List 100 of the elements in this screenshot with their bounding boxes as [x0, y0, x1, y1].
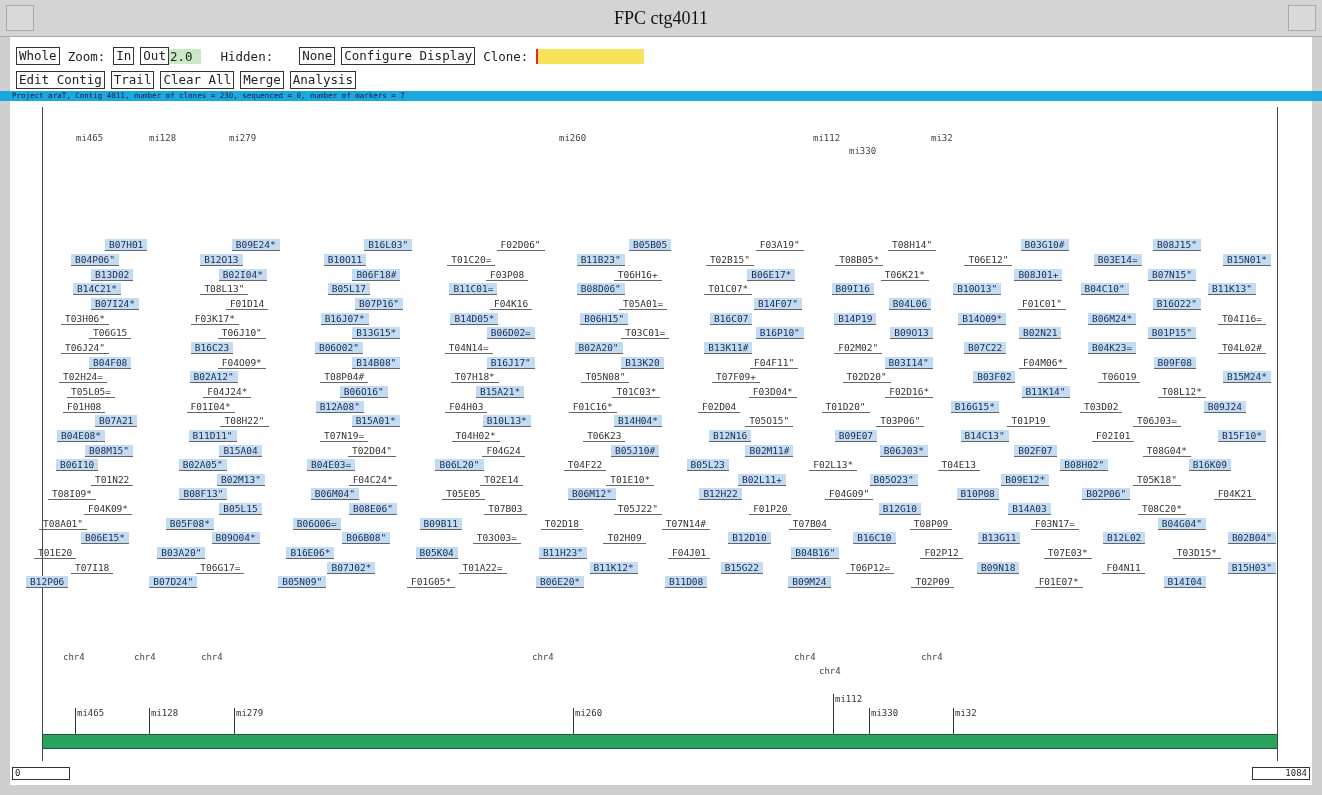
clone-label[interactable]: B11C01= — [449, 283, 498, 296]
clone-label[interactable]: T08C20* — [1137, 503, 1186, 516]
clone-label[interactable]: F02M02" — [834, 341, 883, 354]
clone-label[interactable]: F04O09* — [217, 356, 266, 369]
clone-label[interactable]: T01C03* — [612, 385, 661, 398]
clone-label[interactable]: B06O06= — [292, 517, 341, 530]
clone-label[interactable]: F04G09" — [825, 488, 874, 501]
marker-label[interactable]: mi330 — [849, 146, 877, 156]
clone-label[interactable]: B16L03" — [364, 239, 413, 252]
clone-label[interactable]: T06E12" — [964, 254, 1013, 266]
clone-label[interactable]: F04K16 — [489, 297, 533, 310]
clone-label[interactable]: B08D06" — [576, 283, 625, 296]
clone-label[interactable]: B12D10 — [728, 532, 771, 545]
clone-label[interactable]: T03P06" — [876, 415, 925, 428]
clone-label[interactable]: B07N15" — [1147, 268, 1196, 281]
clone-label[interactable]: F03A19" — [755, 239, 804, 252]
clone-label[interactable]: T03D15* — [1172, 547, 1221, 560]
clone-label[interactable]: B11D11" — [188, 429, 237, 442]
clone-label[interactable]: B04E03= — [307, 459, 356, 472]
clone-label[interactable]: B04P06" — [71, 254, 120, 266]
clone-label[interactable]: B06E17* — [747, 268, 796, 281]
clone-label[interactable]: F04G24 — [482, 444, 525, 457]
toolbar-button[interactable]: In — [113, 47, 135, 65]
clone-label[interactable]: B11B23" — [576, 254, 625, 266]
marker-label[interactable]: mi112 — [813, 133, 841, 143]
clone-label[interactable]: T03O03= — [472, 532, 521, 545]
clone-label[interactable]: B05J10# — [611, 444, 660, 457]
clone-label[interactable]: T06G17= — [196, 561, 245, 574]
clone-label[interactable]: B15A01* — [351, 415, 400, 428]
clone-label[interactable]: B14A03 — [1008, 503, 1051, 516]
clone-label[interactable]: B15N01* — [1222, 254, 1271, 266]
clone-label[interactable]: T06J10" — [217, 327, 266, 340]
clone-label[interactable]: F02D06" — [496, 239, 545, 252]
clone-label[interactable]: B09F08 — [1153, 356, 1196, 369]
clone-label[interactable]: T01C07* — [704, 283, 753, 296]
clone-label[interactable]: T01A22= — [458, 561, 507, 574]
clone-label[interactable]: B11H23" — [538, 547, 587, 560]
clone-label[interactable]: T05E05 — [442, 488, 485, 501]
clone-label[interactable]: B03I14" — [884, 356, 933, 369]
clone-label[interactable]: B03F02 — [973, 371, 1016, 384]
clone-label[interactable]: B12P06 — [26, 576, 69, 589]
clone-label[interactable]: B15A21* — [476, 385, 525, 398]
clone-label[interactable]: T02H24= — [59, 371, 108, 384]
clone-label[interactable]: B13K11# — [704, 341, 753, 354]
clone-label[interactable]: B11K13" — [1207, 283, 1256, 296]
marker-label[interactable]: mi128 — [149, 133, 177, 143]
clone-label[interactable]: F01H08 — [63, 400, 106, 413]
clone-label[interactable]: B04F08 — [89, 356, 132, 369]
clone-label[interactable]: T06K23 — [583, 429, 626, 442]
clone-label[interactable]: B15H03" — [1227, 561, 1276, 574]
clone-label[interactable]: B02F07 — [1014, 444, 1057, 457]
clone-label[interactable]: F04F11" — [750, 356, 799, 369]
clone-label[interactable]: B07I24* — [91, 297, 140, 310]
clone-label[interactable]: F04K09* — [84, 503, 133, 516]
clone-label[interactable]: B07P16" — [355, 297, 404, 310]
clone-label[interactable]: B09N18 — [977, 561, 1020, 574]
clone-label[interactable]: B06B08" — [342, 532, 391, 545]
clone-label[interactable]: B08E06" — [348, 503, 397, 516]
clone-label[interactable]: B10L13* — [482, 415, 531, 428]
clone-label[interactable]: F02D16* — [885, 385, 934, 398]
clone-label[interactable]: T01C20= — [447, 254, 496, 266]
clone-label[interactable]: B14H04* — [613, 415, 662, 428]
clone-label[interactable]: T06H16+ — [613, 268, 662, 281]
clone-label[interactable]: B16C23 — [190, 341, 234, 354]
clone-label[interactable]: B08H02" — [1060, 459, 1109, 472]
clone-label[interactable]: B06F18# — [352, 268, 401, 281]
clone-label[interactable]: B09O13 — [890, 327, 933, 340]
clone-label[interactable]: F01D14 — [225, 297, 269, 310]
clone-label[interactable]: F01C01" — [1017, 297, 1066, 310]
marker-label[interactable]: mi279 — [229, 133, 257, 143]
clone-label[interactable]: F01C16* — [568, 400, 617, 413]
clone-label[interactable]: T03D02 — [1080, 400, 1123, 413]
clone-label[interactable]: F01E07* — [1034, 576, 1083, 589]
clone-label[interactable]: B12A08" — [315, 400, 364, 413]
clone-label[interactable]: T07E03* — [1043, 547, 1092, 560]
clone-label[interactable]: T04I16= — [1217, 312, 1266, 325]
clone-label[interactable]: B11D08 — [664, 576, 708, 589]
clone-label[interactable]: F04J24* — [203, 385, 252, 398]
clone-label[interactable]: B06J03* — [879, 444, 928, 457]
clone-label[interactable]: T02H09 — [603, 532, 646, 545]
clone-label[interactable]: T06G15 — [89, 327, 132, 340]
clone-label[interactable]: B16J17" — [486, 356, 535, 369]
clone-label[interactable]: B06M04" — [310, 488, 359, 501]
clone-label[interactable]: T02B15" — [705, 254, 754, 266]
clone-label[interactable]: T01P19 — [1007, 415, 1050, 428]
clone-label[interactable]: F01P20 — [749, 503, 792, 516]
clone-label[interactable]: F02D04 — [697, 400, 741, 413]
clone-label[interactable]: B13G15* — [352, 327, 401, 340]
clone-label[interactable]: B02M11# — [745, 444, 794, 457]
clone-label[interactable]: B07J02* — [327, 561, 376, 574]
clone-label[interactable]: B06E20* — [536, 576, 585, 589]
clone-label[interactable]: T02D18 — [540, 517, 584, 530]
clone-label[interactable]: T08G04* — [1142, 444, 1191, 457]
clone-label[interactable]: T03C01= — [621, 327, 670, 340]
clone-label[interactable]: B10O11 — [323, 254, 367, 266]
clone-label[interactable]: B06M24* — [1088, 312, 1137, 325]
clone-label[interactable]: B02M13" — [216, 473, 265, 486]
clone-label[interactable]: B16C10 — [853, 532, 896, 545]
clone-label[interactable]: B12L02 — [1103, 532, 1146, 545]
clone-label[interactable]: B01P15" — [1147, 327, 1196, 340]
